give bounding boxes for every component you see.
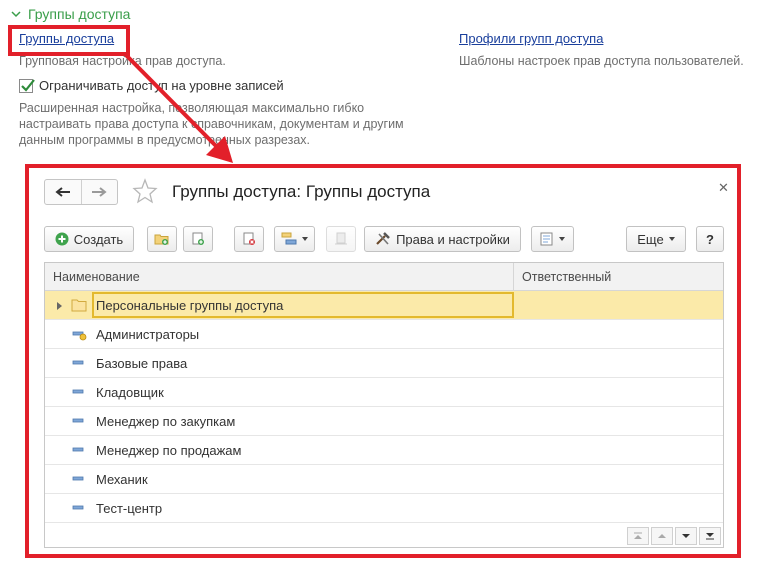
- admin-group-icon: [72, 331, 87, 341]
- more-button[interactable]: Еще: [626, 226, 686, 252]
- chevron-down-icon: [668, 237, 675, 241]
- row-name: Администраторы: [96, 326, 200, 342]
- chevron-down-icon: [559, 237, 565, 241]
- access-groups-window: Группы доступа: Группы доступа ✕ Создать: [29, 168, 737, 554]
- history-nav: [44, 179, 118, 205]
- last-page-icon: [706, 533, 714, 540]
- table-row[interactable]: Механик: [45, 465, 723, 494]
- chevron-down-icon: [11, 11, 21, 18]
- chevron-down-icon: [302, 237, 308, 241]
- restrict-records-hint: Расширенная настройка, позволяющая макси…: [19, 101, 404, 147]
- row-responsible: [514, 320, 723, 348]
- scroll-to-top-button[interactable]: [627, 527, 649, 545]
- first-page-icon: [634, 532, 642, 539]
- help-label: ?: [706, 231, 714, 247]
- plus-circle-icon: [55, 232, 69, 246]
- folder-icon: [71, 299, 87, 312]
- restrict-records-option[interactable]: Ограничивать доступ на уровне записей: [19, 78, 284, 93]
- table-row[interactable]: Базовые права: [45, 349, 723, 378]
- row-name: Менеджер по продажам: [96, 442, 242, 458]
- access-groups-table: Наименование Ответственный Персональные …: [44, 262, 724, 548]
- expand-arrow-icon[interactable]: [57, 302, 62, 310]
- folder-add-icon: [154, 234, 169, 245]
- row-name: Базовые права: [96, 355, 188, 371]
- table-row[interactable]: Менеджер по закупкам: [45, 407, 723, 436]
- group-item-icon: [72, 389, 84, 394]
- list-navigation: [627, 527, 723, 547]
- group-item-icon: [72, 418, 84, 423]
- report-icon: [540, 232, 553, 246]
- toolbar: Создать Права и настройки Еще ?: [44, 226, 726, 252]
- arrow-left-icon: [55, 187, 70, 197]
- row-responsible: [514, 436, 723, 464]
- row-responsible: [514, 378, 723, 406]
- report-button[interactable]: [531, 226, 574, 252]
- row-responsible: [514, 291, 723, 319]
- forward-button[interactable]: [80, 180, 118, 204]
- section-title: Группы доступа: [28, 6, 131, 22]
- create-label: Создать: [73, 231, 124, 247]
- check-icon: [21, 78, 35, 92]
- rights-settings-button[interactable]: Права и настройки: [364, 226, 521, 252]
- move-icon: [335, 232, 347, 245]
- rights-settings-label: Права и настройки: [396, 231, 510, 247]
- row-name: Тест-центр: [96, 500, 163, 516]
- create-folder-button[interactable]: [147, 226, 177, 252]
- favorite-star-icon[interactable]: [132, 178, 158, 204]
- annotation-highlight-box: [8, 25, 130, 56]
- access-group-profiles-link[interactable]: Профили групп доступа: [459, 31, 603, 46]
- copy-icon: [192, 232, 204, 245]
- row-name: Менеджер по закупкам: [96, 413, 236, 429]
- hierarchy-icon: [281, 232, 297, 245]
- group-item-icon: [72, 476, 84, 481]
- table-row[interactable]: Кладовщик: [45, 378, 723, 407]
- more-label: Еще: [637, 231, 664, 247]
- group-item-icon: [72, 360, 84, 365]
- close-icon[interactable]: ✕: [718, 180, 729, 196]
- restrict-records-label: Ограничивать доступ на уровне записей: [39, 78, 284, 93]
- delete-mark-icon: [243, 232, 255, 245]
- scroll-up-button[interactable]: [651, 527, 673, 545]
- table-row[interactable]: Персональные группы доступа: [45, 291, 723, 320]
- row-responsible: [514, 407, 723, 435]
- copy-button[interactable]: [183, 226, 213, 252]
- mark-delete-button[interactable]: [234, 226, 264, 252]
- restrict-records-checkbox[interactable]: [19, 78, 35, 93]
- row-responsible: [514, 494, 723, 522]
- access-group-profiles-hint: Шаблоны настроек прав доступа пользовате…: [459, 54, 744, 68]
- create-button[interactable]: Создать: [44, 226, 134, 252]
- tools-icon: [376, 232, 390, 245]
- row-name: Персональные группы доступа: [92, 292, 514, 318]
- scroll-down-button[interactable]: [675, 527, 697, 545]
- chevron-down-icon: [682, 534, 690, 538]
- annotation-frame: Группы доступа: Группы доступа ✕ Создать: [25, 164, 741, 558]
- table-row[interactable]: Тест-центр: [45, 494, 723, 523]
- chevron-up-icon: [658, 534, 666, 538]
- section-header[interactable]: Группы доступа: [10, 6, 130, 22]
- help-button[interactable]: ?: [696, 226, 724, 252]
- window-title: Группы доступа: Группы доступа: [172, 182, 431, 201]
- table-row[interactable]: Менеджер по продажам: [45, 436, 723, 465]
- scroll-to-bottom-button[interactable]: [699, 527, 721, 545]
- table-header: Наименование Ответственный: [45, 263, 723, 291]
- group-item-icon: [72, 447, 84, 452]
- row-name: Кладовщик: [96, 384, 164, 400]
- arrow-right-icon: [92, 187, 107, 197]
- table-row[interactable]: Администраторы: [45, 320, 723, 349]
- back-button[interactable]: [45, 180, 81, 204]
- group-item-icon: [72, 505, 84, 510]
- hierarchy-button[interactable]: [274, 226, 315, 252]
- row-responsible: [514, 349, 723, 377]
- row-responsible: [514, 465, 723, 493]
- move-to-group-button[interactable]: [326, 226, 356, 252]
- row-name: Механик: [96, 471, 148, 487]
- column-header-responsible[interactable]: Ответственный: [514, 263, 723, 290]
- column-header-name[interactable]: Наименование: [45, 263, 514, 290]
